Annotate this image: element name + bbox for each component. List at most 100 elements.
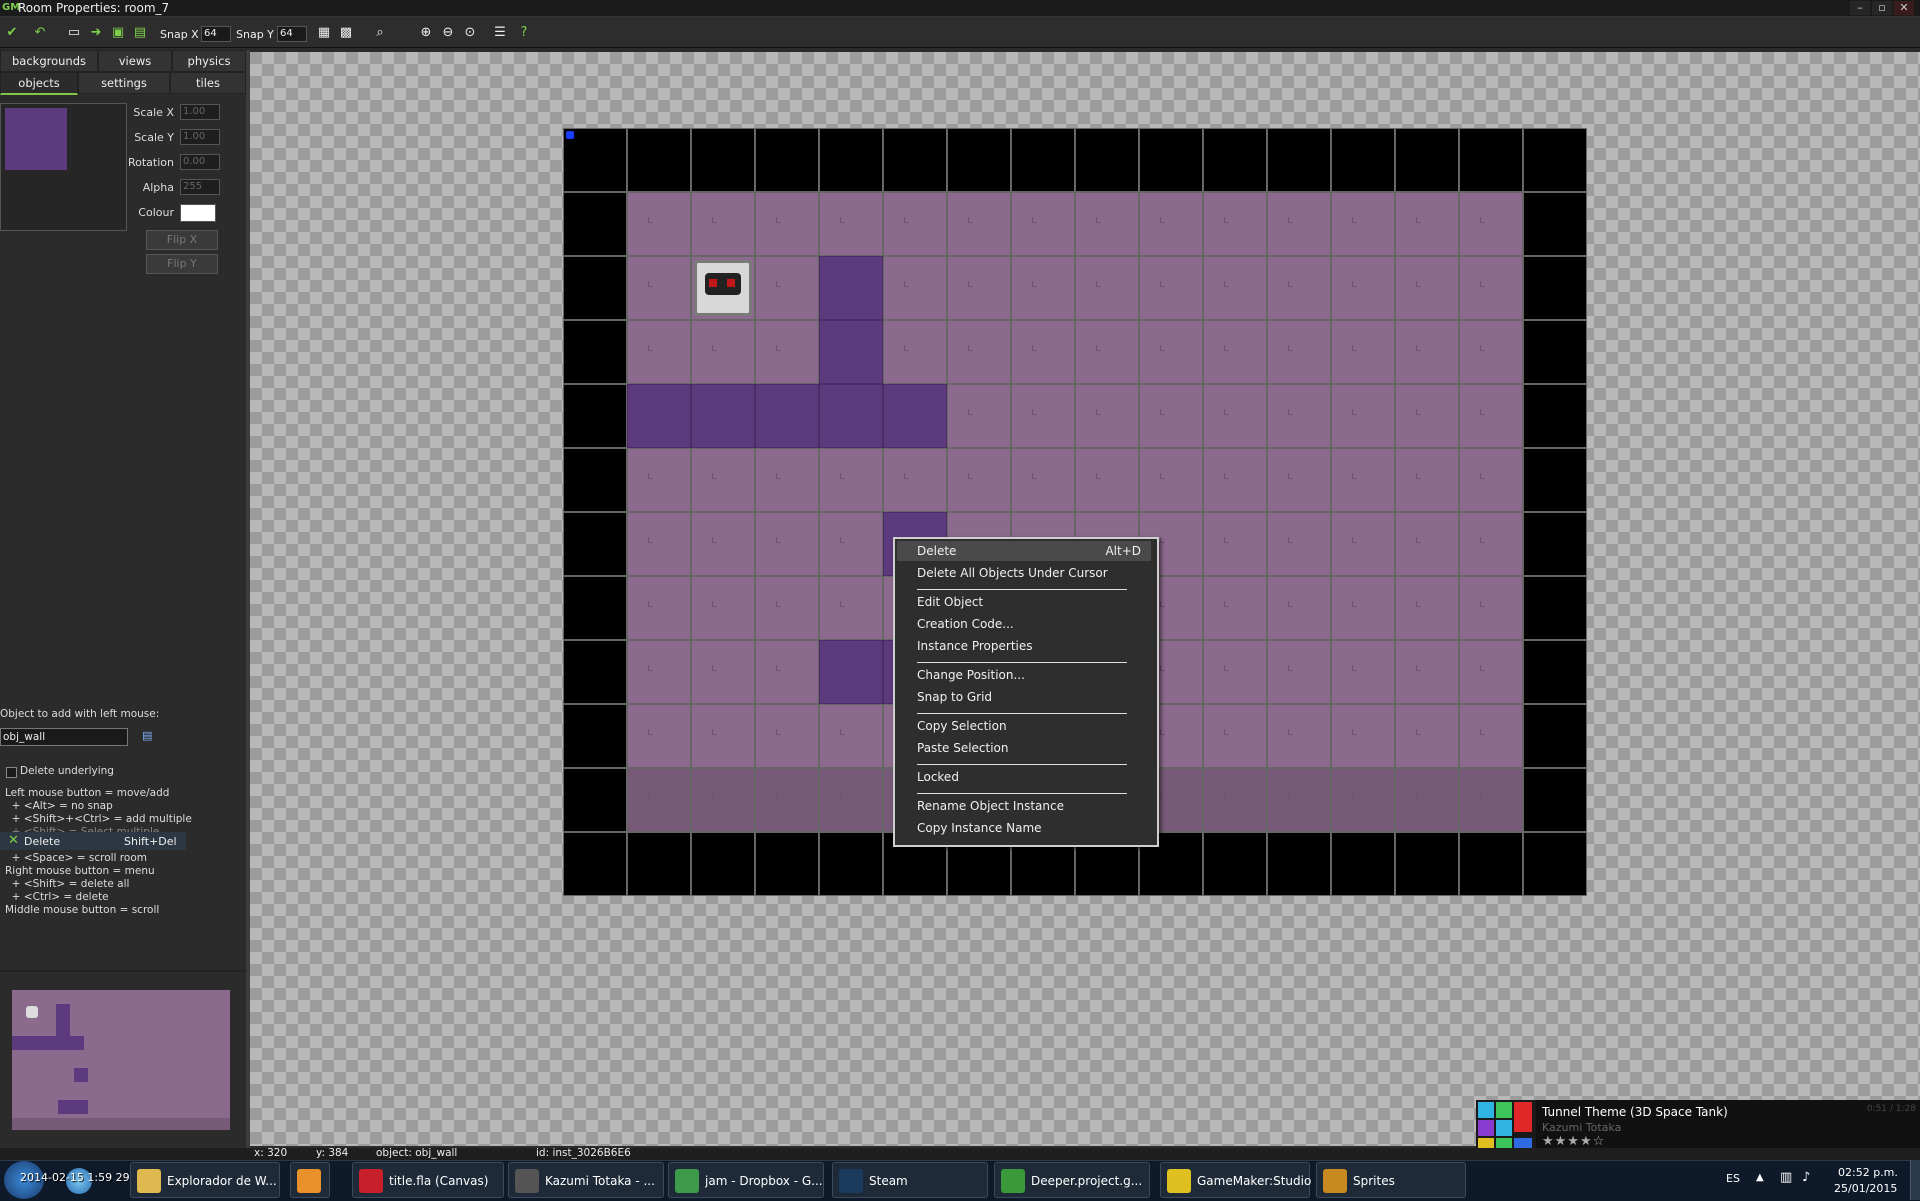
room-floor-tile[interactable] [819,192,883,256]
room-boundary-cell[interactable] [1523,192,1587,256]
room-boundary-cell[interactable] [1523,512,1587,576]
room-boundary-cell[interactable] [1331,832,1395,896]
room-boundary-cell[interactable] [947,128,1011,192]
room-floor-tile[interactable] [1459,320,1523,384]
room-boundary-cell[interactable] [1523,640,1587,704]
room-floor-tile[interactable] [819,704,883,768]
room-floor-tile[interactable] [755,320,819,384]
help-icon[interactable]: ? [516,25,532,41]
room-floor-tile[interactable] [1331,640,1395,704]
maximize-icon[interactable]: ▫ [1872,1,1892,15]
room-boundary-cell[interactable] [1203,832,1267,896]
room-boundary-cell[interactable] [1523,832,1587,896]
room-floor-tile[interactable] [1331,384,1395,448]
list-icon[interactable]: ☰ [492,25,508,41]
room-floor-tile[interactable] [1203,192,1267,256]
room-minimap[interactable] [12,990,230,1130]
room-floor-tile[interactable] [1203,384,1267,448]
colour-swatch[interactable] [180,204,216,222]
room-boundary-cell[interactable] [1203,128,1267,192]
zoom-in-icon[interactable]: ⊕ [418,25,434,41]
room-floor-tile[interactable] [691,448,755,512]
room-floor-tile[interactable] [691,576,755,640]
clock-date[interactable]: 25/01/2015 [1834,1182,1897,1195]
track-rating[interactable]: ★★★★☆ [1542,1134,1605,1149]
menu-item-locked[interactable]: Locked [897,767,1151,787]
object-name-field[interactable]: obj_wall [0,728,128,746]
menu-item-delete-all[interactable]: Delete All Objects Under Cursor [897,563,1151,583]
room-floor-tile[interactable] [627,256,691,320]
clear-icon[interactable]: ▭ [66,25,82,41]
wall-instance[interactable] [819,256,883,320]
menu-item-snap-to-grid[interactable]: Snap to Grid [897,687,1151,707]
room-boundary-cell[interactable] [627,832,691,896]
room-floor-tile[interactable] [755,192,819,256]
room-boundary-cell[interactable] [883,128,947,192]
room-floor-tile[interactable] [1075,256,1139,320]
room-floor-tile[interactable] [1267,640,1331,704]
room-boundary-cell[interactable] [755,832,819,896]
room-floor-tile[interactable] [1075,192,1139,256]
room-floor-tile[interactable] [883,320,947,384]
menu-item-copy-instance-name[interactable]: Copy Instance Name [897,818,1151,838]
room-boundary-cell[interactable] [563,512,627,576]
room-floor-tile[interactable] [1203,576,1267,640]
room-floor-tile[interactable] [1331,320,1395,384]
room-boundary-cell[interactable] [1075,128,1139,192]
room-floor-tile[interactable] [1139,448,1203,512]
room-floor-tile[interactable] [1331,192,1395,256]
room-floor-tile[interactable] [1459,768,1523,832]
player-sprite-icon[interactable] [694,260,752,316]
room-floor-tile[interactable] [947,384,1011,448]
room-boundary-cell[interactable] [563,192,627,256]
taskbar-item[interactable]: Steam [832,1162,988,1198]
wall-instance[interactable] [691,384,755,448]
alpha-input[interactable]: 255 [180,179,220,195]
volume-icon[interactable]: ♪ [1802,1170,1810,1185]
room-floor-tile[interactable] [691,512,755,576]
room-boundary-cell[interactable] [819,832,883,896]
room-boundary-cell[interactable] [1139,128,1203,192]
confirm-icon[interactable]: ✔ [4,25,20,41]
room-floor-tile[interactable] [819,448,883,512]
room-floor-tile[interactable] [1331,448,1395,512]
room-floor-tile[interactable] [1267,320,1331,384]
room-floor-tile[interactable] [1075,384,1139,448]
room-floor-tile[interactable] [1139,384,1203,448]
network-icon[interactable]: ▥ [1780,1170,1792,1185]
snap-y-input[interactable]: 64 [277,26,307,42]
room-floor-tile[interactable] [1459,384,1523,448]
taskbar-item[interactable]: Kazumi Totaka - ... [508,1162,664,1198]
room-floor-tile[interactable] [1395,768,1459,832]
room-floor-tile[interactable] [627,448,691,512]
undo-icon[interactable]: ↶ [32,25,48,41]
room-floor-tile[interactable] [1203,512,1267,576]
tab-backgrounds[interactable]: backgrounds [0,50,98,72]
rotation-input[interactable]: 0.00 [180,154,220,170]
scale-x-input[interactable]: 1.00 [180,104,220,120]
room-floor-tile[interactable] [755,640,819,704]
room-floor-tile[interactable] [1459,512,1523,576]
taskbar-item[interactable]: Deeper.project.g... [994,1162,1150,1198]
room-floor-tile[interactable] [1011,256,1075,320]
wall-instance[interactable] [819,320,883,384]
room-floor-tile[interactable] [1139,320,1203,384]
room-floor-tile[interactable] [1267,768,1331,832]
menu-item-paste-selection[interactable]: Paste Selection [897,738,1151,758]
room-floor-tile[interactable] [1075,320,1139,384]
room-floor-tile[interactable] [883,448,947,512]
room-boundary-cell[interactable] [563,384,627,448]
room-boundary-cell[interactable] [1267,128,1331,192]
room-floor-tile[interactable] [627,320,691,384]
snap-x-input[interactable]: 64 [201,26,231,42]
close-icon[interactable]: ✕ [1894,1,1914,15]
room-floor-tile[interactable] [1331,512,1395,576]
room-boundary-cell[interactable] [755,128,819,192]
room-floor-tile[interactable] [819,512,883,576]
room-floor-tile[interactable] [1139,192,1203,256]
room-floor-tile[interactable] [819,768,883,832]
room-floor-tile[interactable] [1203,640,1267,704]
room-boundary-cell[interactable] [563,832,627,896]
lock-icon[interactable]: ▣ [110,25,126,41]
tab-physics[interactable]: physics [172,50,246,72]
